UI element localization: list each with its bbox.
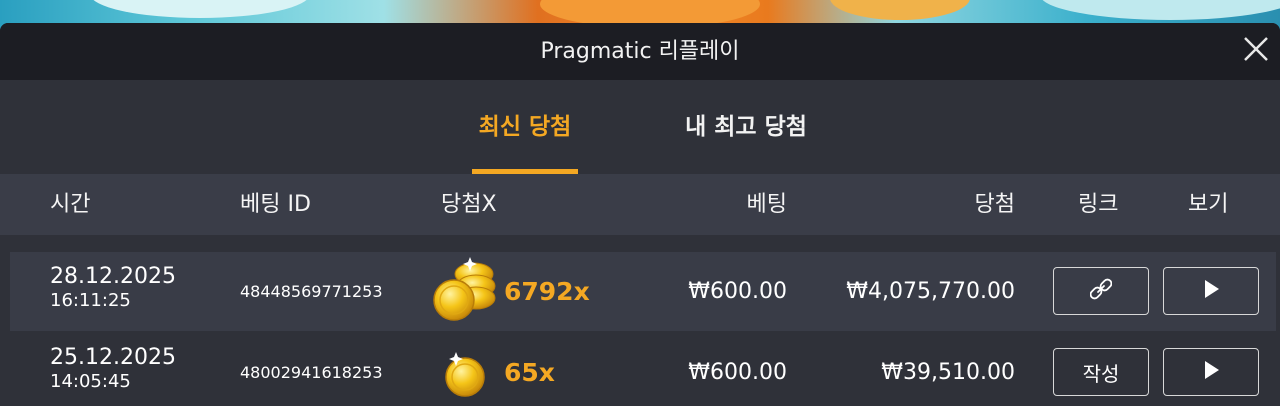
tab-my-best-wins[interactable]: 내 최고 당첨 <box>676 80 816 174</box>
table-row: 25.12.2025 14:05:45 48002941618253 65x ₩… <box>10 333 1276 406</box>
row-bet: ₩600.00 <box>688 279 787 304</box>
header-win: 당첨 <box>974 192 1015 217</box>
link-icon <box>1089 278 1113 304</box>
row-win: ₩4,075,770.00 <box>846 279 1015 304</box>
header-time: 시간 <box>50 192 91 217</box>
coin-stack-icon <box>430 256 500 328</box>
header-bet-id: 베팅 ID <box>240 192 311 217</box>
replay-dialog: Pragmatic 리플레이 최신 당첨 내 최고 당첨 시간 베팅 ID 당첨… <box>0 23 1280 406</box>
row-multiplier: 65x <box>504 358 555 387</box>
tab-latest-wins[interactable]: 최신 당첨 <box>472 80 578 174</box>
header-link: 링크 <box>1078 192 1119 217</box>
header-bet: 베팅 <box>746 192 787 217</box>
create-link-button[interactable]: 작성 <box>1053 348 1149 396</box>
row-bet: ₩600.00 <box>688 360 787 385</box>
row-bet-id: 48002941618253 <box>240 363 383 382</box>
tab-bar: 최신 당첨 내 최고 당첨 <box>0 80 1280 174</box>
row-win: ₩39,510.00 <box>881 360 1015 385</box>
row-time: 16:11:25 <box>50 290 131 311</box>
close-icon[interactable] <box>1240 33 1272 65</box>
tab-my-best-wins-label: 내 최고 당첨 <box>685 114 807 140</box>
dialog-title: Pragmatic 리플레이 <box>540 39 740 64</box>
play-icon <box>1200 359 1222 385</box>
table-header: 시간 베팅 ID 당첨X 베팅 당첨 링크 보기 <box>0 174 1280 235</box>
row-time: 14:05:45 <box>50 371 131 392</box>
play-replay-button[interactable] <box>1163 267 1259 315</box>
create-link-label: 작성 <box>1082 361 1120 386</box>
header-win-x: 당첨X <box>441 192 497 217</box>
table-row: 28.12.2025 16:11:25 48448569771253 6792x… <box>10 252 1276 331</box>
row-multiplier: 6792x <box>504 277 590 306</box>
play-icon <box>1200 278 1222 304</box>
row-bet-id: 48448569771253 <box>240 282 383 301</box>
row-date: 25.12.2025 <box>50 345 176 370</box>
header-view: 보기 <box>1188 192 1229 217</box>
tab-latest-wins-label: 최신 당첨 <box>478 114 572 140</box>
coin-icon <box>430 337 500 406</box>
row-date: 28.12.2025 <box>50 264 176 289</box>
play-replay-button[interactable] <box>1163 348 1259 396</box>
dialog-title-bar: Pragmatic 리플레이 <box>0 23 1280 80</box>
copy-link-button[interactable] <box>1053 267 1149 315</box>
